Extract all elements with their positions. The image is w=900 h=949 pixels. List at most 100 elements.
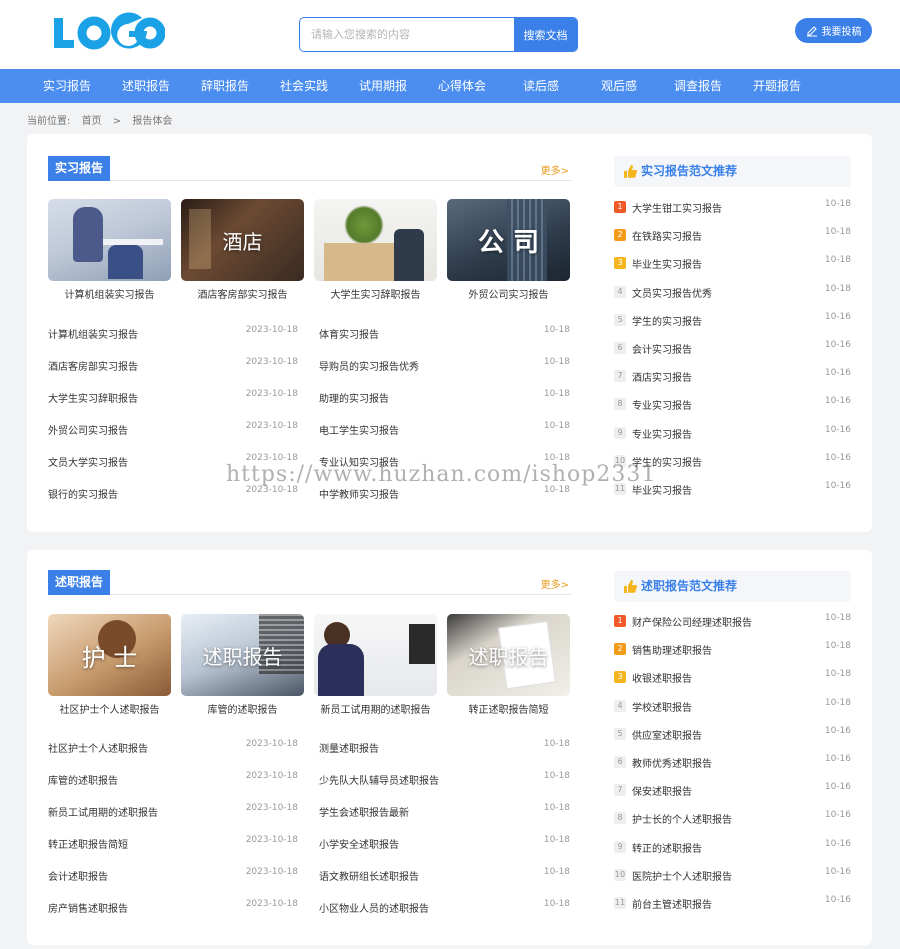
list-item-title[interactable]: 房产销售述职报告: [48, 900, 128, 915]
nav-item-book-review[interactable]: 读后感: [523, 69, 559, 103]
thumb-caption[interactable]: 酒店客房部实习报告: [181, 286, 304, 301]
list-item-title[interactable]: 学生会述职报告最新: [319, 804, 409, 819]
list-item[interactable]: 11 前台主管述职报告 10-16: [614, 895, 851, 924]
list-item[interactable]: 5 学生的实习报告 10-16: [614, 312, 851, 341]
list-item-title[interactable]: 收银述职报告: [632, 670, 692, 685]
nav-item-probation[interactable]: 试用期报: [359, 69, 407, 103]
list-item[interactable]: 4 文员实习报告优秀 10-18: [614, 284, 851, 313]
list-item-title[interactable]: 教师优秀述职报告: [632, 755, 712, 770]
section-title[interactable]: 述职报告: [48, 570, 111, 595]
thumb-card[interactable]: 述职报告 转正述职报告简短: [447, 614, 570, 716]
list-item[interactable]: 体育实习报告 10-18: [319, 325, 570, 358]
list-item-title[interactable]: 大学生钳工实习报告: [632, 200, 722, 215]
list-item-title[interactable]: 转正述职报告简短: [48, 836, 128, 851]
list-item-title[interactable]: 文员实习报告优秀: [632, 285, 712, 300]
list-item[interactable]: 银行的实习报告 2023-10-18: [48, 485, 298, 518]
list-item[interactable]: 转正述职报告简短 2023-10-18: [48, 835, 298, 868]
list-item-title[interactable]: 测量述职报告: [319, 740, 379, 755]
list-item-title[interactable]: 医院护士个人述职报告: [632, 868, 732, 883]
list-item-title[interactable]: 护士长的个人述职报告: [632, 811, 732, 826]
list-item-title[interactable]: 中学教师实习报告: [319, 486, 399, 501]
list-item[interactable]: 9 专业实习报告 10-16: [614, 425, 851, 454]
nav-item-work-report[interactable]: 述职报告: [122, 69, 170, 103]
list-item[interactable]: 7 酒店实习报告 10-16: [614, 368, 851, 397]
list-item[interactable]: 1 大学生钳工实习报告 10-18: [614, 199, 851, 228]
list-item[interactable]: 计算机组装实习报告 2023-10-18: [48, 325, 298, 358]
list-item[interactable]: 学生会述职报告最新 10-18: [319, 803, 570, 836]
thumb-caption[interactable]: 计算机组装实习报告: [48, 286, 171, 301]
thumb-card[interactable]: 酒店 酒店客房部实习报告: [181, 199, 304, 301]
list-item[interactable]: 小区物业人员的述职报告 10-18: [319, 899, 570, 932]
breadcrumb-current[interactable]: 报告体会: [132, 116, 172, 127]
list-item-title[interactable]: 语文教研组长述职报告: [319, 868, 419, 883]
thumb-caption[interactable]: 社区护士个人述职报告: [48, 701, 171, 716]
list-item[interactable]: 少先队大队辅导员述职报告 10-18: [319, 771, 570, 804]
list-item-title[interactable]: 体育实习报告: [319, 326, 379, 341]
list-item[interactable]: 2 在铁路实习报告 10-18: [614, 227, 851, 256]
list-item[interactable]: 导购员的实习报告优秀 10-18: [319, 357, 570, 390]
list-item-title[interactable]: 导购员的实习报告优秀: [319, 358, 419, 373]
list-item[interactable]: 语文教研组长述职报告 10-18: [319, 867, 570, 900]
list-item-title[interactable]: 转正的述职报告: [632, 840, 702, 855]
thumb-caption[interactable]: 大学生实习辞职报告: [314, 286, 437, 301]
list-item[interactable]: 助理的实习报告 10-18: [319, 389, 570, 422]
more-link[interactable]: 更多>: [541, 576, 569, 591]
list-item[interactable]: 外贸公司实习报告 2023-10-18: [48, 421, 298, 454]
list-item[interactable]: 大学生实习辞职报告 2023-10-18: [48, 389, 298, 422]
list-item[interactable]: 2 销售助理述职报告 10-18: [614, 641, 851, 670]
list-item-title[interactable]: 专业实习报告: [632, 397, 692, 412]
list-item[interactable]: 7 保安述职报告 10-16: [614, 782, 851, 811]
thumb-caption[interactable]: 外贸公司实习报告: [447, 286, 570, 301]
list-item-title[interactable]: 酒店客房部实习报告: [48, 358, 138, 373]
list-item[interactable]: 4 学校述职报告 10-18: [614, 698, 851, 727]
list-item-title[interactable]: 外贸公司实习报告: [48, 422, 128, 437]
list-item[interactable]: 酒店客房部实习报告 2023-10-18: [48, 357, 298, 390]
site-logo[interactable]: [50, 12, 165, 52]
section-title[interactable]: 实习报告: [48, 156, 111, 181]
list-item-title[interactable]: 前台主管述职报告: [632, 896, 712, 911]
list-item-title[interactable]: 专业实习报告: [632, 426, 692, 441]
list-item-title[interactable]: 库管的述职报告: [48, 772, 118, 787]
search-input[interactable]: [300, 18, 514, 51]
list-item-title[interactable]: 毕业生实习报告: [632, 256, 702, 271]
thumb-card[interactable]: 大学生实习辞职报告: [314, 199, 437, 301]
list-item[interactable]: 中学教师实习报告 10-18: [319, 485, 570, 518]
list-item[interactable]: 社区护士个人述职报告 2023-10-18: [48, 739, 298, 772]
list-item[interactable]: 9 转正的述职报告 10-16: [614, 839, 851, 868]
nav-item-social-practice[interactable]: 社会实践: [280, 69, 328, 103]
list-item-title[interactable]: 银行的实习报告: [48, 486, 118, 501]
list-item-title[interactable]: 在铁路实习报告: [632, 228, 702, 243]
list-item[interactable]: 会计述职报告 2023-10-18: [48, 867, 298, 900]
thumb-card[interactable]: 计算机组装实习报告: [48, 199, 171, 301]
list-item[interactable]: 6 会计实习报告 10-16: [614, 340, 851, 369]
list-item-title[interactable]: 财产保险公司经理述职报告: [632, 614, 752, 629]
list-item-title[interactable]: 少先队大队辅导员述职报告: [319, 772, 439, 787]
thumb-caption[interactable]: 新员工试用期的述职报告: [314, 701, 437, 716]
list-item[interactable]: 1 财产保险公司经理述职报告 10-18: [614, 613, 851, 642]
list-item[interactable]: 3 收银述职报告 10-18: [614, 669, 851, 698]
list-item-title[interactable]: 会计述职报告: [48, 868, 108, 883]
list-item-title[interactable]: 文员大学实习报告: [48, 454, 128, 469]
list-item[interactable]: 测量述职报告 10-18: [319, 739, 570, 772]
list-item[interactable]: 小学安全述职报告 10-18: [319, 835, 570, 868]
list-item-title[interactable]: 计算机组装实习报告: [48, 326, 138, 341]
nav-item-proposal[interactable]: 开题报告: [753, 69, 801, 103]
submit-article-button[interactable]: 我要投稿: [795, 18, 872, 43]
nav-item-resignation[interactable]: 辞职报告: [201, 69, 249, 103]
thumb-card[interactable]: 护 士 社区护士个人述职报告: [48, 614, 171, 716]
search-button[interactable]: 搜索文档: [514, 18, 577, 51]
list-item[interactable]: 8 护士长的个人述职报告 10-16: [614, 810, 851, 839]
list-item-title[interactable]: 社区护士个人述职报告: [48, 740, 148, 755]
list-item[interactable]: 新员工试用期的述职报告 2023-10-18: [48, 803, 298, 836]
list-item-title[interactable]: 学校述职报告: [632, 699, 692, 714]
thumb-caption[interactable]: 转正述职报告简短: [447, 701, 570, 716]
list-item-title[interactable]: 小区物业人员的述职报告: [319, 900, 429, 915]
list-item[interactable]: 电工学生实习报告 10-18: [319, 421, 570, 454]
list-item[interactable]: 10 医院护士个人述职报告 10-16: [614, 867, 851, 896]
nav-item-internship[interactable]: 实习报告: [43, 69, 91, 103]
list-item-title[interactable]: 会计实习报告: [632, 341, 692, 356]
thumb-card[interactable]: 公 司 外贸公司实习报告: [447, 199, 570, 301]
breadcrumb-home[interactable]: 首页: [82, 116, 102, 127]
list-item-title[interactable]: 学生的实习报告: [632, 313, 702, 328]
list-item-title[interactable]: 酒店实习报告: [632, 369, 692, 384]
